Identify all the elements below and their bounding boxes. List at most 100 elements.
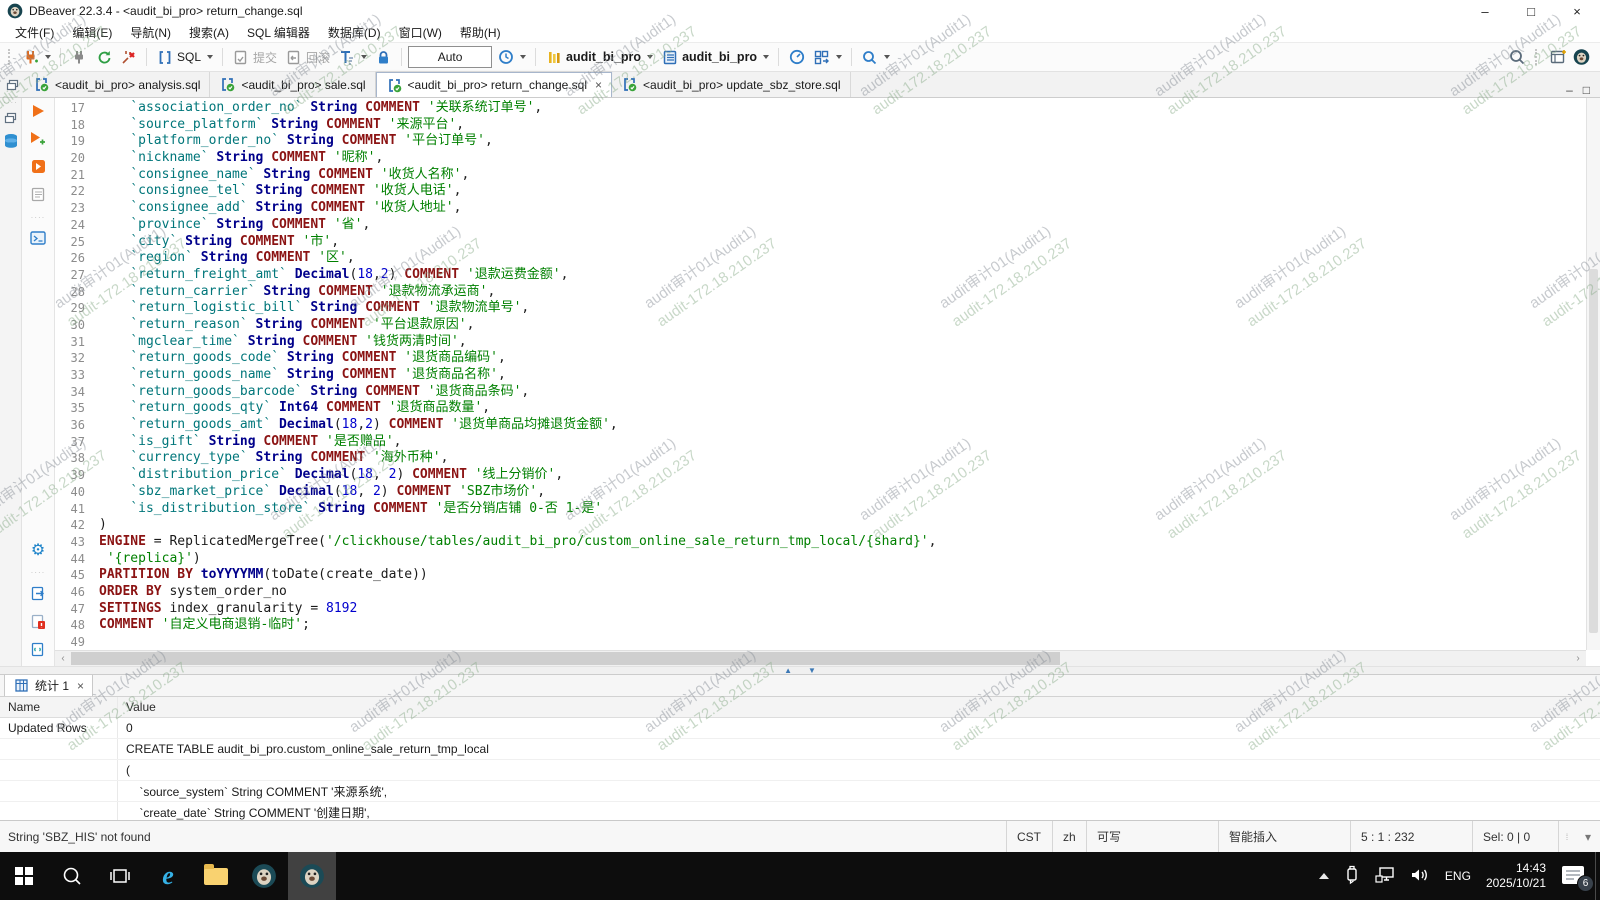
network-icon[interactable] <box>1375 866 1395 887</box>
vertical-scroll-thumb[interactable] <box>1589 269 1598 633</box>
reconnect-button[interactable] <box>92 45 115 69</box>
tray-expand-icon[interactable] <box>1319 873 1329 879</box>
volume-icon[interactable] <box>1410 866 1430 887</box>
new-connection-button[interactable] <box>19 45 54 69</box>
connect-button[interactable] <box>67 45 90 69</box>
code-line: 47 SETTINGS index_granularity = 8192 <box>55 601 1586 618</box>
column-header-value[interactable]: Value <box>118 697 1600 717</box>
autocommit-select[interactable]: Auto <box>408 46 492 68</box>
usb-icon[interactable] <box>1344 865 1360 888</box>
rollback-button[interactable]: 回滚 <box>282 45 333 69</box>
code-viewport[interactable]: 17 `association_order_no` String COMMENT… <box>55 100 1586 650</box>
editor-pane-icon[interactable] <box>4 112 17 127</box>
status-expand-icon[interactable]: ▾ <box>1576 821 1600 852</box>
dbeaver-perspective-icon[interactable] <box>1573 49 1590 66</box>
line-number: 44 <box>55 551 99 568</box>
sql-editor-button[interactable]: SQL <box>153 45 216 69</box>
sql-editor[interactable]: 17 `association_order_no` String COMMENT… <box>55 98 1600 666</box>
execute-script-icon[interactable] <box>31 159 46 177</box>
editor-toolbar: ···· ⚙ ···· <box>22 98 55 666</box>
column-header-name[interactable]: Name <box>0 697 118 717</box>
statistics-tab[interactable]: 统计 1 × <box>4 674 93 696</box>
output-button[interactable] <box>810 45 845 69</box>
minimize-editor-icon[interactable]: – <box>1566 83 1573 97</box>
menu-item[interactable]: SQL 编辑器 <box>238 22 319 42</box>
menu-item[interactable]: 帮助(H) <box>451 22 510 42</box>
taskbar-search-icon[interactable] <box>48 852 96 900</box>
windows-taskbar: e ENG 14:43 2025/10/21 6 <box>0 852 1600 900</box>
schema-selector[interactable]: audit_bi_pro <box>658 45 772 69</box>
dashboard-button[interactable] <box>785 45 808 69</box>
close-button[interactable]: × <box>1554 0 1600 22</box>
menu-item[interactable]: 窗口(W) <box>390 22 451 42</box>
error-doc-icon[interactable] <box>31 614 45 632</box>
code-text: `return_goods_qty` Int64 COMMENT '退货商品数量… <box>99 400 490 417</box>
database-navigator-icon[interactable] <box>3 133 19 152</box>
menu-item[interactable]: 搜索(A) <box>180 22 238 42</box>
status-cell: 可写 <box>1086 821 1218 852</box>
script-output-doc-icon[interactable] <box>31 642 45 660</box>
menu-item[interactable]: 文件(F) <box>6 22 63 42</box>
maximize-editor-icon[interactable]: □ <box>1583 83 1590 97</box>
quick-search-icon[interactable] <box>1508 49 1525 66</box>
minimize-button[interactable]: – <box>1462 0 1508 22</box>
results-tab-close-icon[interactable]: × <box>77 679 84 693</box>
menu-item[interactable]: 导航(N) <box>121 22 180 42</box>
editor-tab[interactable]: <audit_bi_pro> analysis.sql <box>24 72 210 97</box>
search-button[interactable] <box>858 45 893 69</box>
scroll-right-icon[interactable]: › <box>1570 653 1586 664</box>
connection-selector[interactable]: audit_bi_pro <box>542 45 656 69</box>
code-text: `province` String COMMENT '省', <box>99 217 370 234</box>
lock-button[interactable] <box>372 45 395 69</box>
table-row[interactable]: Updated Rows 0 <box>0 718 1600 739</box>
editor-tab[interactable]: <audit_bi_pro> sale.sql <box>210 72 375 97</box>
table-row[interactable]: `create_date` String COMMENT '创建日期', <box>0 802 1600 820</box>
code-text: `nickname` String COMMENT '昵称', <box>99 150 383 167</box>
strip-separator: ···· <box>31 570 46 576</box>
export-doc-icon[interactable] <box>31 586 45 604</box>
restore-pane-icon[interactable] <box>0 72 24 97</box>
table-row[interactable]: CREATE TABLE audit_bi_pro.custom_online_… <box>0 739 1600 760</box>
refresh-icon <box>95 49 112 66</box>
dbeaver-taskbar-icon[interactable] <box>240 852 288 900</box>
disconnect-button[interactable] <box>117 45 140 69</box>
script-icon[interactable] <box>31 187 45 205</box>
editor-tab[interactable]: <audit_bi_pro> update_sbz_store.sql <box>612 72 850 97</box>
show-desktop-button[interactable] <box>1595 852 1600 900</box>
maximize-button[interactable]: □ <box>1508 0 1554 22</box>
perspective-icon[interactable] <box>1550 49 1567 66</box>
dbeaver-taskbar-icon-active[interactable] <box>288 852 336 900</box>
horizontal-scroll-thumb[interactable] <box>71 652 1060 665</box>
task-view-icon[interactable] <box>96 852 144 900</box>
menu-item[interactable]: 数据库(D) <box>319 22 390 42</box>
start-button[interactable] <box>0 852 48 900</box>
dropdown-arrow-icon <box>763 55 769 59</box>
table-row[interactable]: `source_system` String COMMENT '来源系统', <box>0 781 1600 802</box>
line-number: 22 <box>55 183 99 200</box>
taskbar-clock[interactable]: 14:43 2025/10/21 <box>1486 861 1546 891</box>
commit-doc-icon <box>232 49 249 66</box>
editor-tab[interactable]: <audit_bi_pro> return_change.sql × <box>376 72 612 97</box>
vertical-scrollbar[interactable] <box>1586 98 1600 650</box>
action-center-icon[interactable]: 6 <box>1561 865 1587 887</box>
file-explorer-icon[interactable] <box>192 852 240 900</box>
horizontal-scrollbar[interactable]: ‹ › <box>55 650 1586 666</box>
settings-gear-icon[interactable]: ⚙ <box>31 540 45 560</box>
menu-bar: 文件(F)编辑(E)导航(N)搜索(A)SQL 编辑器数据库(D)窗口(W)帮助… <box>0 22 1600 42</box>
language-indicator[interactable]: ENG <box>1445 869 1471 883</box>
tab-close-icon[interactable]: × <box>595 78 602 92</box>
table-row[interactable]: ( <box>0 760 1600 781</box>
transaction-mode-button[interactable] <box>335 45 370 69</box>
menu-item[interactable]: 编辑(E) <box>63 22 121 42</box>
panel-splitter[interactable]: ▲ ▼ <box>0 666 1600 674</box>
internet-explorer-icon[interactable]: e <box>144 852 192 900</box>
commit-button[interactable]: 提交 <box>229 45 280 69</box>
execute-new-tab-icon[interactable] <box>30 131 46 149</box>
execute-statement-icon[interactable] <box>31 104 45 121</box>
line-number: 18 <box>55 117 99 134</box>
left-rail: ···· <box>0 98 22 666</box>
tx-history-button[interactable] <box>494 45 529 69</box>
scroll-left-icon[interactable]: ‹ <box>55 653 71 664</box>
results-tab-label: 统计 1 <box>35 677 69 694</box>
terminal-icon[interactable] <box>30 231 46 248</box>
